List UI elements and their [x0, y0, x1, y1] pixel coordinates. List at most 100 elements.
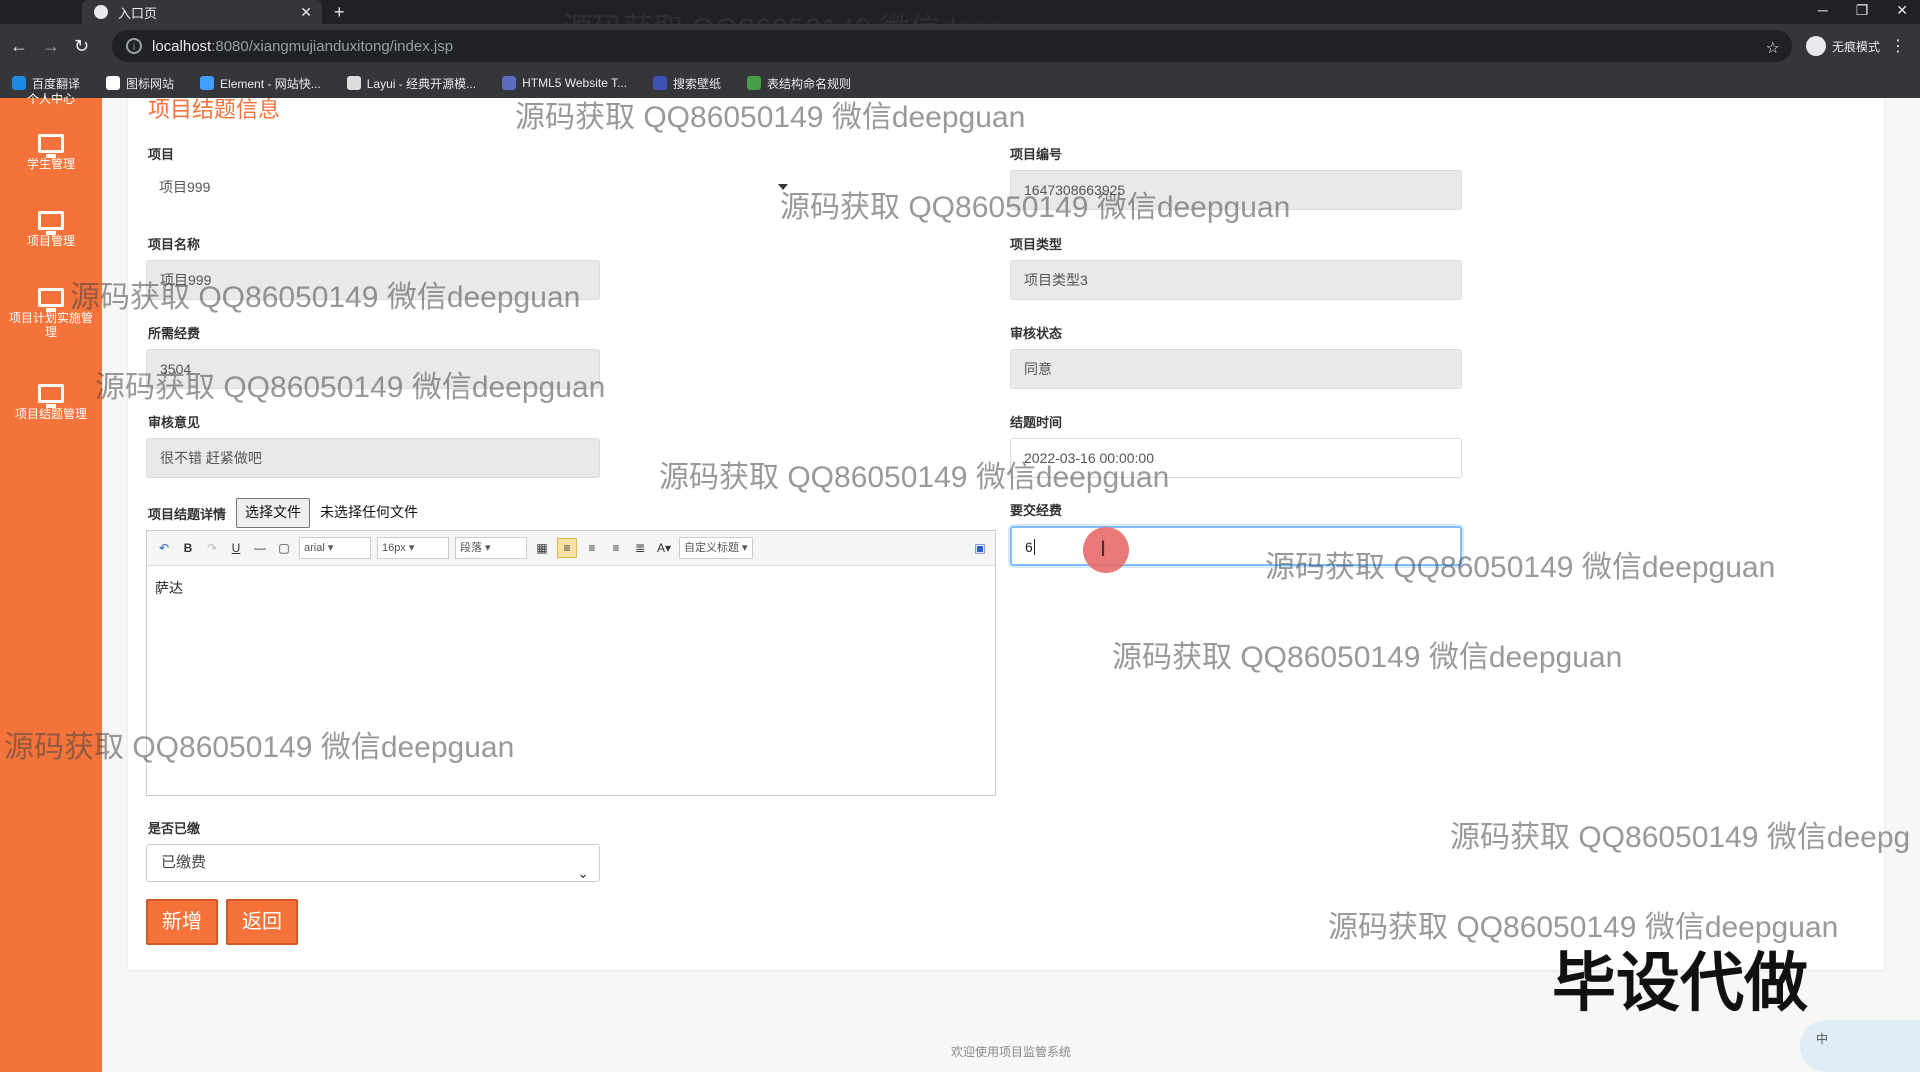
- bookmark-star-icon[interactable]: ☆: [1766, 38, 1780, 58]
- choose-file-button[interactable]: 选择文件: [236, 498, 310, 528]
- submit-funds-label: 要交经费: [1010, 503, 1063, 518]
- browser-titlebar: 入口页 ✕ + ─ ❐ ✕ 源码获取 QQ86050149 微信deepguan: [0, 0, 1920, 46]
- conclusion-time-label: 结题时间: [1010, 415, 1063, 430]
- required-funds-label: 所需经费: [148, 326, 201, 341]
- review-status-label: 审核状态: [1010, 326, 1063, 341]
- paragraph-select[interactable]: 段落 ▾: [455, 537, 527, 559]
- editor-content[interactable]: 萨达: [147, 566, 995, 610]
- sidebar-item-conclusion[interactable]: 项目结题管理: [0, 384, 102, 421]
- sidebar-item-profile[interactable]: 个人中心: [0, 92, 102, 106]
- bookmark-label: 搜索壁纸: [673, 76, 722, 91]
- align-right-icon[interactable]: ≡: [607, 539, 625, 557]
- browser-tab[interactable]: 入口页 ✕: [82, 0, 322, 24]
- sidebar-item-students[interactable]: 学生管理: [0, 134, 102, 171]
- incognito-label: 无痕模式: [1831, 39, 1880, 54]
- font-color-icon[interactable]: A▾: [655, 539, 673, 557]
- project-label: 项目: [148, 147, 175, 162]
- url-host: localhost: [152, 37, 212, 55]
- watermark: 源码获取 QQ86050149 微信deepg: [1450, 821, 1911, 854]
- browser-menu-icon[interactable]: ⋮: [1890, 36, 1906, 56]
- add-button[interactable]: 新增: [146, 899, 218, 945]
- align-left-icon[interactable]: ≡: [557, 538, 577, 558]
- sidebar-item-projects[interactable]: 项目管理: [0, 211, 102, 248]
- project-name-label: 项目名称: [148, 237, 201, 252]
- sidebar: 个人中心 学生管理 项目管理 项目计划实施管理 项目结题管理: [0, 92, 102, 1072]
- underline-icon[interactable]: U: [227, 539, 245, 557]
- bookmark-label: 图标网站: [126, 76, 175, 91]
- bold-icon[interactable]: B: [179, 539, 197, 557]
- footer-text: 欢迎使用项目监管系统: [950, 1045, 1071, 1059]
- table-icon[interactable]: ▦: [533, 539, 551, 557]
- details-label: 项目结题详情: [148, 507, 227, 522]
- paid-value: 已缴费: [161, 854, 207, 871]
- paste-icon[interactable]: ▢: [275, 539, 293, 557]
- bookmark-label: Element - 网站快...: [220, 76, 321, 91]
- bookmark-label: 表结构命名规则: [767, 76, 852, 91]
- editor-toolbar: ↶ B ↷ U — ▢ arial ▾ 16px ▾ 段落 ▾ ▦ ≡ ≡ ≡ …: [147, 531, 995, 566]
- project-select[interactable]: 项目999: [146, 168, 796, 208]
- incognito-icon: [1805, 36, 1826, 56]
- monitor-icon: [38, 384, 64, 408]
- review-status-field[interactable]: 同意: [1010, 349, 1462, 389]
- reload-icon[interactable]: ↻: [74, 36, 89, 57]
- address-bar-row: ← → ↻ i localhost :8080/xiangmujianduxit…: [0, 24, 1920, 68]
- bookmark-label: 百度翻译: [32, 76, 81, 91]
- back-icon[interactable]: ←: [10, 36, 28, 57]
- bookmark-icon: [12, 76, 26, 90]
- custom-title-select[interactable]: 自定义标题 ▾: [679, 537, 753, 559]
- project-no-label: 项目编号: [1010, 147, 1063, 162]
- close-tab-icon[interactable]: ✕: [300, 4, 312, 21]
- back-button[interactable]: 返回: [226, 899, 298, 945]
- bookmark-item[interactable]: 百度翻译: [12, 75, 80, 92]
- minimize-icon[interactable]: ─: [1818, 2, 1828, 19]
- align-justify-icon[interactable]: ≣: [631, 539, 649, 557]
- tab-title: 入口页: [118, 5, 158, 21]
- bookmark-label: Layui - 经典开源模...: [366, 76, 477, 91]
- project-type-value: 项目类型3: [1024, 272, 1088, 288]
- project-type-field[interactable]: 项目类型3: [1010, 260, 1462, 300]
- watermark: 源码获取 QQ86050149 微信deepguan: [659, 461, 1170, 494]
- url-input[interactable]: i localhost :8080/xiangmujianduxitong/in…: [112, 30, 1792, 62]
- bookmark-icon: [747, 76, 762, 90]
- bookmark-item[interactable]: 表结构命名规则: [747, 75, 851, 92]
- watermark: 源码获取 QQ86050149 微信deepguan: [4, 731, 515, 764]
- paid-select[interactable]: 已缴费 ⌄: [146, 844, 600, 882]
- paid-label: 是否已缴: [148, 821, 201, 836]
- bookmark-item[interactable]: 图标网站: [106, 75, 174, 92]
- font-family-select[interactable]: arial ▾: [299, 537, 371, 559]
- section-title: 项目结题信息: [148, 97, 281, 122]
- forward-icon[interactable]: →: [42, 36, 60, 57]
- globe-icon: [94, 5, 108, 19]
- ime-indicator[interactable]: 中: [1800, 1020, 1920, 1072]
- chevron-down-icon: ⌄: [577, 865, 589, 881]
- watermark: 源码获取 QQ86050149 微信deepguan: [70, 281, 581, 314]
- review-opinion-field[interactable]: 很不错 赶紧做吧: [146, 438, 600, 478]
- undo-icon[interactable]: ↶: [155, 539, 173, 557]
- redo-icon[interactable]: ↷: [203, 539, 221, 557]
- bookmark-item[interactable]: Element - 网站快...: [200, 75, 321, 92]
- incognito-indicator[interactable]: 无痕模式: [1805, 36, 1880, 56]
- bookmark-icon: [502, 76, 517, 90]
- fullscreen-icon[interactable]: ▣: [971, 539, 989, 557]
- restore-icon[interactable]: ❐: [1856, 2, 1869, 19]
- new-tab-button[interactable]: +: [334, 2, 345, 23]
- paragraph-value: 段落: [460, 542, 482, 554]
- horizontal-rule-icon[interactable]: —: [251, 539, 269, 557]
- watermark: 源码获取 QQ86050149 微信deepguan: [1265, 551, 1776, 584]
- font-size-select[interactable]: 16px ▾: [377, 537, 449, 559]
- review-opinion-value: 很不错 赶紧做吧: [160, 450, 262, 466]
- watermark: 源码获取 QQ86050149 微信deepguan: [95, 371, 606, 404]
- bookmark-item[interactable]: 搜索壁纸: [653, 75, 721, 92]
- ime-label: 中: [1816, 1032, 1829, 1046]
- bookmark-item[interactable]: Layui - 经典开源模...: [346, 75, 477, 92]
- align-center-icon[interactable]: ≡: [583, 539, 601, 557]
- info-icon[interactable]: i: [126, 38, 142, 54]
- bookmark-label: HTML5 Website T...: [522, 76, 628, 90]
- bookmark-item[interactable]: HTML5 Website T...: [502, 76, 627, 90]
- bookmark-icon: [653, 76, 668, 90]
- sidebar-item-label: 学生管理: [26, 157, 75, 171]
- url-path: :8080/xiangmujianduxitong/index.jsp: [211, 37, 454, 55]
- bookmark-icon: [106, 76, 121, 90]
- close-window-icon[interactable]: ✕: [1896, 2, 1908, 19]
- promo-mark: 毕设代做: [1552, 947, 1808, 1019]
